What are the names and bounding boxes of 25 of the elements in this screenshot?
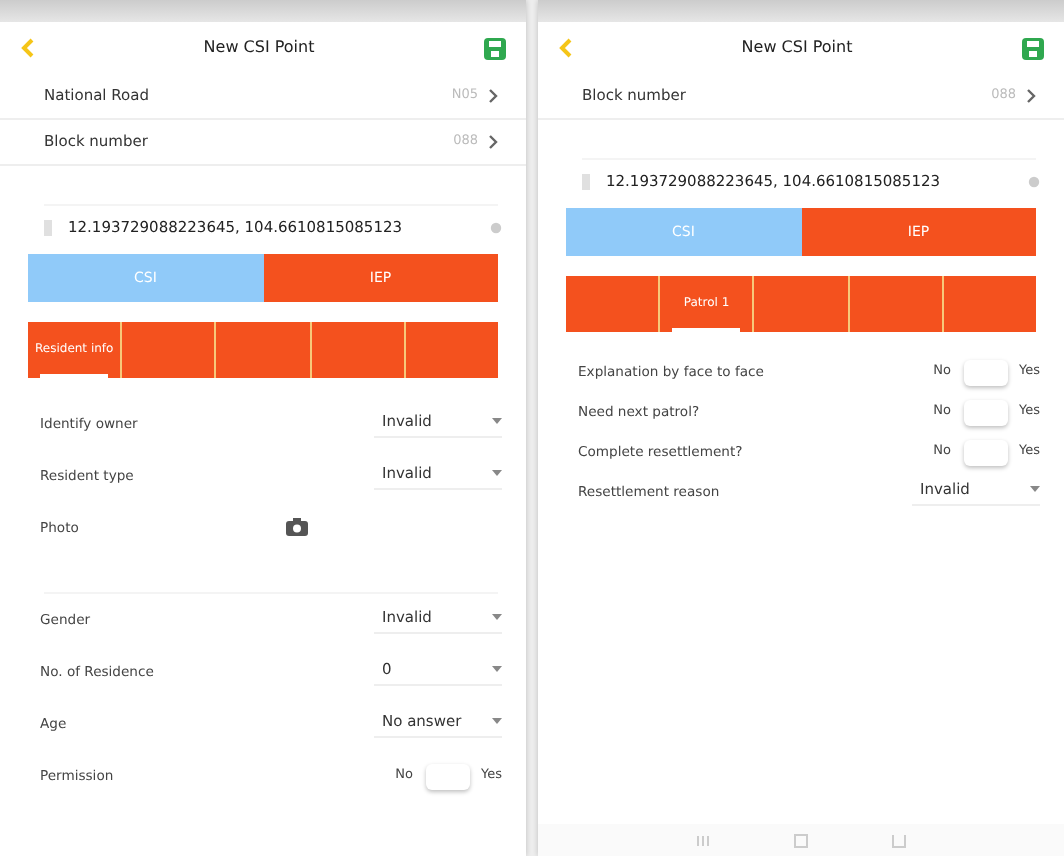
caret-icon (492, 470, 502, 476)
caret-icon (492, 418, 502, 424)
caret-icon (1030, 486, 1040, 492)
chevron-icon (488, 134, 498, 150)
camera-icon[interactable] (286, 518, 308, 537)
chevron-icon (488, 88, 498, 104)
back-icon[interactable] (20, 38, 34, 58)
back-icon[interactable] (558, 38, 572, 58)
chevron-icon (1026, 88, 1036, 104)
back-nav-icon[interactable] (892, 833, 906, 847)
locate-icon[interactable] (490, 222, 502, 234)
screen-title: New CSI Point (203, 36, 315, 60)
toggle-switch[interactable] (425, 763, 469, 789)
menu-icon[interactable] (696, 833, 710, 847)
screen-title: New CSI Point (741, 36, 853, 60)
toggle-switch[interactable] (963, 359, 1007, 385)
save-icon[interactable] (483, 37, 506, 59)
caret-icon (492, 666, 502, 672)
caret-icon (492, 718, 502, 724)
toggle-switch[interactable] (963, 439, 1007, 465)
locate-icon[interactable] (1028, 176, 1040, 188)
caret-icon (492, 614, 502, 620)
toggle-switch[interactable] (963, 399, 1007, 425)
save-icon[interactable] (1021, 37, 1044, 59)
home-icon[interactable] (794, 833, 808, 847)
